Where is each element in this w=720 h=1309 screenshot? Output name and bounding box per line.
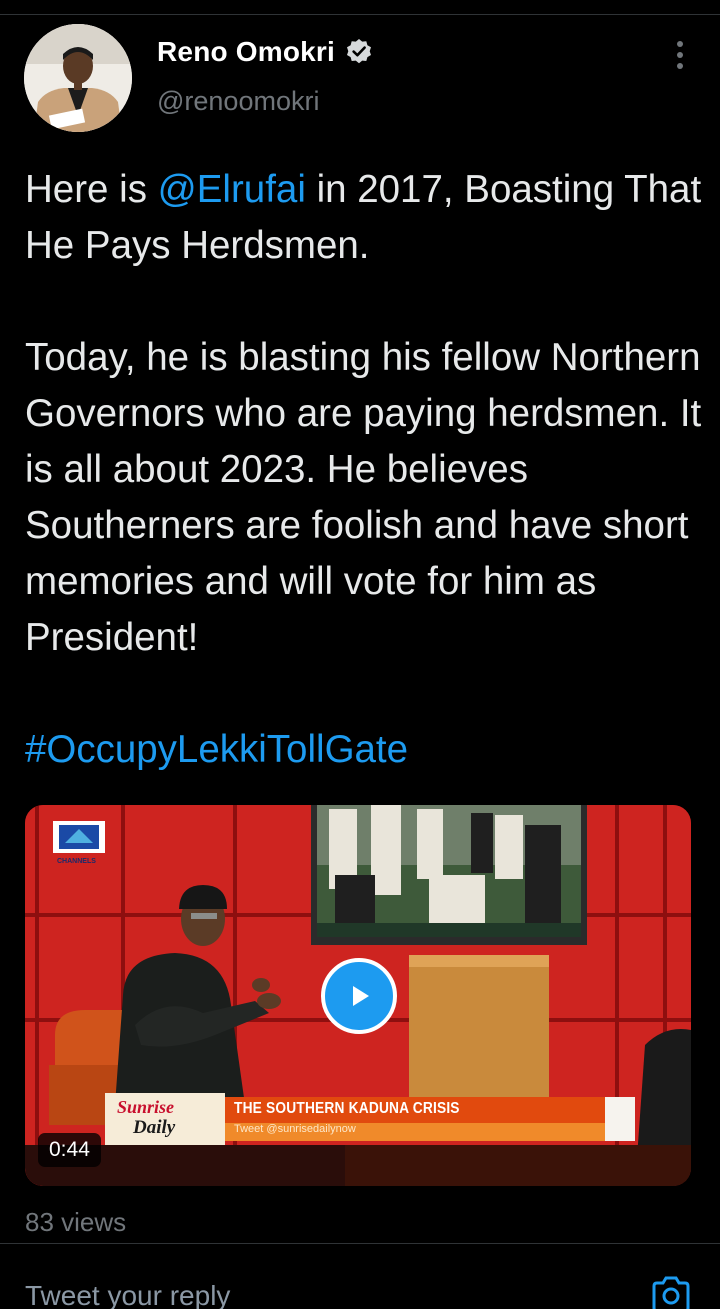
lower-third-title: THE SOUTHERN KADUNA CRISIS xyxy=(234,1100,460,1117)
more-vertical-icon[interactable] xyxy=(664,38,696,72)
show-logo-line1: Sunrise xyxy=(117,1097,175,1117)
tweet-detail-screen: Reno Omokri @renoomokri Here is @Elrufai… xyxy=(0,0,720,1309)
camera-icon[interactable] xyxy=(650,1276,692,1309)
video-duration-badge: 0:44 xyxy=(38,1133,101,1167)
tweet-text: Here is @Elrufai in 2017, Boasting That … xyxy=(25,162,705,778)
author-avatar[interactable] xyxy=(24,24,132,132)
mention-link[interactable]: @Elrufai xyxy=(158,168,306,211)
top-divider xyxy=(0,14,720,15)
show-logo-line2: Daily xyxy=(133,1117,176,1138)
reply-divider xyxy=(0,1243,720,1244)
hashtag-link[interactable]: #OccupyLekkiTollGate xyxy=(25,728,408,771)
video-player[interactable]: CHANNELS Sunrise Daily THE SOUTHERN KADU… xyxy=(25,805,691,1186)
verified-badge-icon xyxy=(347,39,372,64)
channel-logo-label: CHANNELS xyxy=(57,858,96,865)
tweet-text-intro-before: Here is xyxy=(25,168,158,211)
reply-input[interactable] xyxy=(25,1276,605,1309)
author-display-name[interactable]: Reno Omokri xyxy=(157,36,335,68)
lower-third-subtitle: Tweet @sunrisedailynow xyxy=(234,1123,356,1135)
play-icon xyxy=(353,986,369,1006)
tweet-text-intro: Here is @Elrufai in 2017, Boasting That … xyxy=(25,162,705,274)
play-button[interactable] xyxy=(321,958,397,1034)
view-count: 83 views xyxy=(25,1207,127,1237)
author-handle[interactable]: @renoomokri xyxy=(157,86,319,117)
author-name-row[interactable]: Reno Omokri xyxy=(157,36,373,68)
tweet-text-body: Today, he is blasting his fellow Norther… xyxy=(25,336,702,659)
